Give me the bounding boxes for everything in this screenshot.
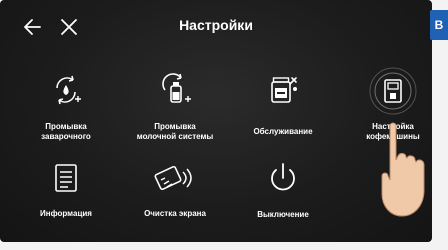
milk-rinse-icon (162, 73, 191, 103)
tile-label: Обслуживание (253, 127, 313, 136)
settings-screen: Настройки Промывка заварочного Промывка мо… (0, 0, 432, 242)
tile-milk-rinse[interactable]: Промывка молочной системы (121, 72, 229, 144)
tile-maintenance[interactable]: Обслуживание (229, 72, 337, 144)
brew-rinse-icon (56, 75, 81, 105)
tile-label: Промывка заварочного (41, 122, 91, 141)
side-tab[interactable]: В (430, 10, 448, 40)
tile-label: Информация (40, 209, 92, 218)
tile-brew-rinse[interactable]: Промывка заварочного (12, 72, 120, 144)
coffee-machine-icon (369, 67, 417, 115)
screen-clean-icon (154, 165, 192, 191)
maintenance-icon (271, 77, 297, 103)
pointing-hand-icon (381, 122, 425, 217)
tile-information[interactable]: Информация (12, 160, 120, 232)
page-title: Настройки (179, 17, 253, 33)
tile-label: Очистка экрана (144, 209, 206, 218)
tile-label: Выключение (257, 210, 309, 219)
power-icon (271, 163, 295, 191)
tile-label: Промывка молочной системы (136, 122, 214, 141)
tile-power-off[interactable]: Выключение (229, 160, 337, 232)
information-icon (55, 164, 77, 192)
bottom-edge (0, 242, 448, 250)
tile-screen-clean[interactable]: Очистка экрана (121, 160, 229, 232)
